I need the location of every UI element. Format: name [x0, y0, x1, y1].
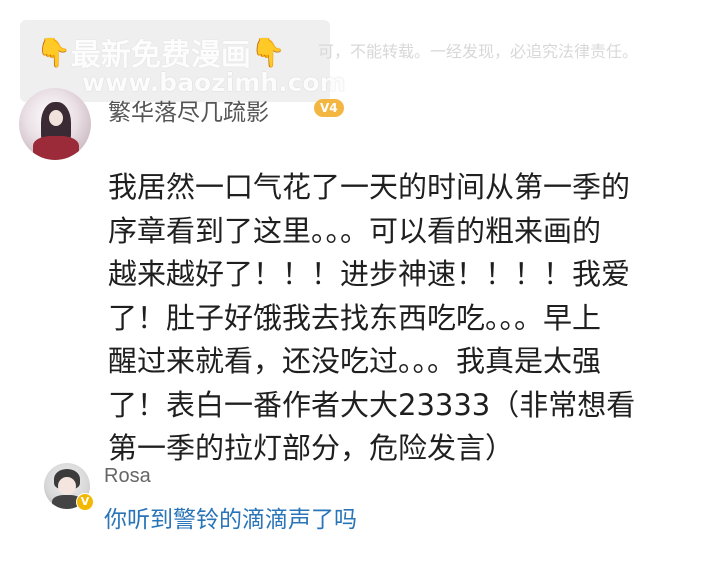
pointing-hand-icon: 👇: [36, 35, 71, 69]
level-badge: V4: [314, 99, 344, 117]
comment-body: 我居然一口气花了一天的时间从第一季的 序章看到了这里。。。可以看的粗来画的 越来…: [108, 166, 708, 471]
avatar[interactable]: [19, 88, 91, 160]
comment-line: 了！肚子好饿我去找东西吃吃。。。早上: [108, 300, 602, 335]
comment-line: 越来越好了！！！进步神速！！！！我爱: [108, 257, 631, 291]
copyright-notice: 可，不能转载。一经发现，必追究法律责任。: [318, 42, 639, 61]
reply-text[interactable]: 你听到警铃的滴滴声了吗: [104, 500, 357, 534]
comment-line: 醒过来就看，还没吃过。。。我真是太强: [108, 344, 602, 378]
verified-icon: V: [76, 493, 94, 511]
comment-line: 了！表白一番作者大大23333（非常想看: [108, 387, 636, 422]
avatar-robe: [33, 136, 79, 160]
comment-line: 第一季的拉灯部分，危险发言）: [108, 431, 515, 465]
reply-username[interactable]: Rosa: [104, 465, 151, 488]
avatar-face: [58, 477, 76, 495]
comment-line: 序章看到了这里。。。可以看的粗来画的: [108, 213, 602, 248]
pointing-hand-icon: 👇: [250, 35, 286, 69]
avatar-face: [49, 110, 63, 126]
comment-line: 我居然一口气花了一天的时间从第一季的: [108, 170, 631, 204]
comment-username[interactable]: 繁华落尽几疏影: [108, 93, 269, 127]
